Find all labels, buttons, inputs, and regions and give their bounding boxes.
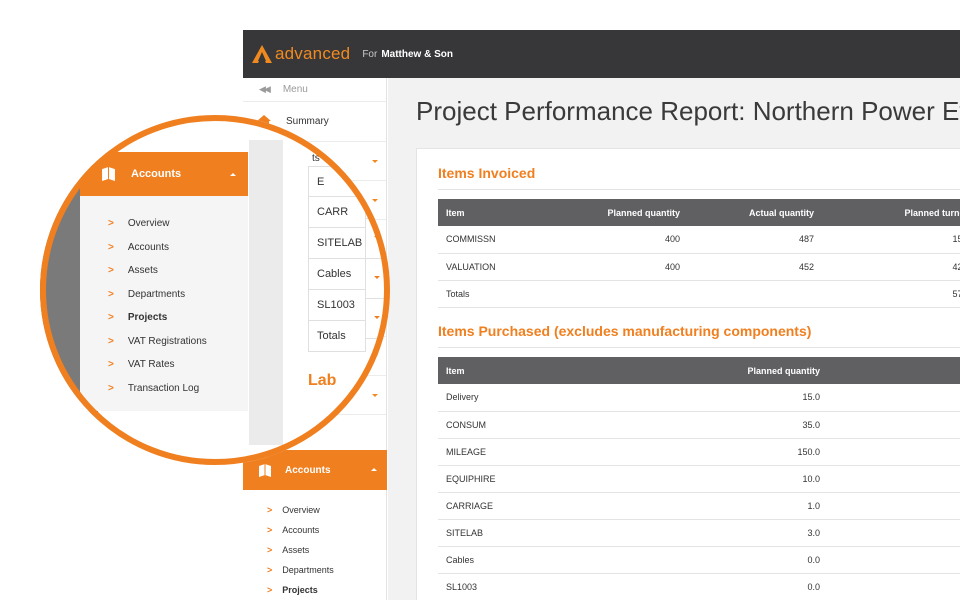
table-cell: 400: [528, 253, 688, 281]
double-chevron-left-icon: ◀◀: [259, 84, 271, 94]
sidebar-item-assets[interactable]: > Assets: [243, 540, 387, 560]
items-invoiced-table: Item Planned quantity Actual quantity Pl…: [438, 199, 960, 308]
table-cell: EQUIPHIRE: [438, 465, 558, 493]
brand-name[interactable]: advanced: [275, 44, 350, 64]
items-purchased-table: Item Planned quantity Delivery 15.0 CONSU…: [438, 357, 960, 600]
table-cell: 15,0: [822, 226, 960, 254]
sidebar-item-label: Accounts: [282, 525, 320, 535]
table-header-row: Item Planned quantity: [438, 357, 960, 384]
table-cell: [828, 492, 960, 520]
main-content: Project Performance Report: Northern Pow…: [388, 78, 960, 600]
section-divider: [438, 189, 960, 190]
table-cell: [828, 438, 960, 466]
column-header[interactable]: Planned turnov: [822, 199, 960, 226]
sidebar-item-departments[interactable]: > Departments: [243, 560, 387, 580]
table-cell: 3.0: [558, 519, 828, 547]
table-cell: [688, 280, 822, 308]
table-cell: VALUATION: [438, 253, 528, 281]
sidebar-item-label: Overview: [282, 505, 320, 515]
table-cell: 35.0: [558, 411, 828, 439]
table-cell: [528, 280, 688, 308]
table-row: CARRIAGE 1.0: [438, 492, 960, 520]
column-header[interactable]: Planned quantity: [528, 199, 688, 226]
table-header-row: Item Planned quantity Actual quantity Pl…: [438, 199, 960, 226]
sidebar-item-label: Assets: [282, 545, 310, 555]
section-divider: [438, 347, 960, 348]
column-header[interactable]: Planned quantity: [558, 357, 828, 384]
table-row: MILEAGE 150.0: [438, 438, 960, 466]
sidebar-item-label: Departments: [282, 565, 334, 575]
column-header: [828, 357, 960, 384]
table-cell: 487: [688, 226, 822, 254]
page-title: Project Performance Report: Northern Pow…: [416, 96, 960, 126]
sidebar-item-accounts[interactable]: > Accounts: [243, 520, 387, 540]
table-row: SITELAB 3.0: [438, 519, 960, 547]
column-header[interactable]: Item: [438, 357, 558, 384]
sidebar-item-label: Projects: [282, 585, 318, 595]
table-cell: [828, 573, 960, 600]
items-purchased-heading: Items Purchased (excludes manufacturing …: [438, 323, 812, 339]
chevron-right-icon: >: [267, 585, 273, 595]
sidebar-accounts-label: Accounts: [285, 464, 331, 476]
table-cell: 452: [688, 253, 822, 281]
advanced-logo-icon: [252, 45, 272, 63]
table-row: VALUATION 400 452 42,2: [438, 253, 960, 281]
items-invoiced-heading: Items Invoiced: [438, 165, 536, 181]
sidebar-item-projects[interactable]: > Projects: [243, 580, 387, 600]
table-row: EQUIPHIRE 10.0: [438, 465, 960, 493]
table-cell: 150.0: [558, 438, 828, 466]
table-row: Delivery 15.0: [438, 384, 960, 412]
table-cell: MILEAGE: [438, 438, 558, 466]
table-cell: Cables: [438, 546, 558, 574]
table-cell: 0.0: [558, 573, 828, 600]
table-row: SL1003 0.0: [438, 573, 960, 600]
chevron-right-icon: >: [267, 545, 273, 555]
table-cell: 0.0: [558, 546, 828, 574]
top-bar: advanced For Matthew & Son: [243, 30, 960, 78]
table-cell: CARRIAGE: [438, 492, 558, 520]
table-cell: [828, 546, 960, 574]
client-name: Matthew & Son: [381, 48, 453, 60]
table-cell: COMMISSN: [438, 226, 528, 254]
magnified-divider: [366, 178, 390, 179]
caret-down-icon: [372, 158, 378, 161]
table-cell: 15.0: [558, 384, 828, 412]
table-cell: Delivery: [438, 384, 558, 412]
table-cell: CONSUM: [438, 411, 558, 439]
column-header[interactable]: Item: [438, 199, 528, 226]
table-cell: 400: [528, 226, 688, 254]
caret-down-icon: [374, 196, 380, 199]
for-label: For: [362, 48, 378, 60]
table-cell: Totals: [438, 280, 528, 308]
screenshot-stage: advanced For Matthew & Son ◀◀ Menu Summa…: [0, 0, 960, 600]
table-cell: [828, 519, 960, 547]
magnifier-ring: [40, 115, 390, 465]
table-cell: SL1003: [438, 573, 558, 600]
chevron-right-icon: >: [267, 505, 273, 515]
chevron-right-icon: >: [267, 525, 273, 535]
table-cell: SITELAB: [438, 519, 558, 547]
table-row: Cables 0.0: [438, 546, 960, 574]
chevron-right-icon: >: [267, 565, 273, 575]
menu-toggle[interactable]: ◀◀ Menu: [243, 78, 386, 102]
table-cell: 42,2: [822, 253, 960, 281]
table-cell: 10.0: [558, 465, 828, 493]
caret-up-icon: [371, 468, 377, 471]
report-panel: Items Invoiced Item Planned quantity Act…: [416, 148, 960, 600]
column-header[interactable]: Actual quantity: [688, 199, 822, 226]
table-cell: [828, 411, 960, 439]
table-row: COMMISSN 400 487 15,0: [438, 226, 960, 254]
table-cell: 57,2: [822, 280, 960, 308]
caret-down-icon: [374, 430, 380, 433]
table-row: Totals 57,2: [438, 280, 960, 308]
table-cell: 1.0: [558, 492, 828, 520]
sidebar-accounts-submenu: > Overview > Accounts > Assets > Departments…: [243, 500, 387, 600]
menu-label: Menu: [282, 84, 308, 95]
magnified-divider: [366, 398, 390, 399]
table-row: CONSUM 35.0: [438, 411, 960, 439]
table-cell: [828, 465, 960, 493]
sidebar-item-overview[interactable]: > Overview: [243, 500, 387, 520]
book-icon: [259, 463, 271, 477]
table-cell: [828, 384, 960, 412]
